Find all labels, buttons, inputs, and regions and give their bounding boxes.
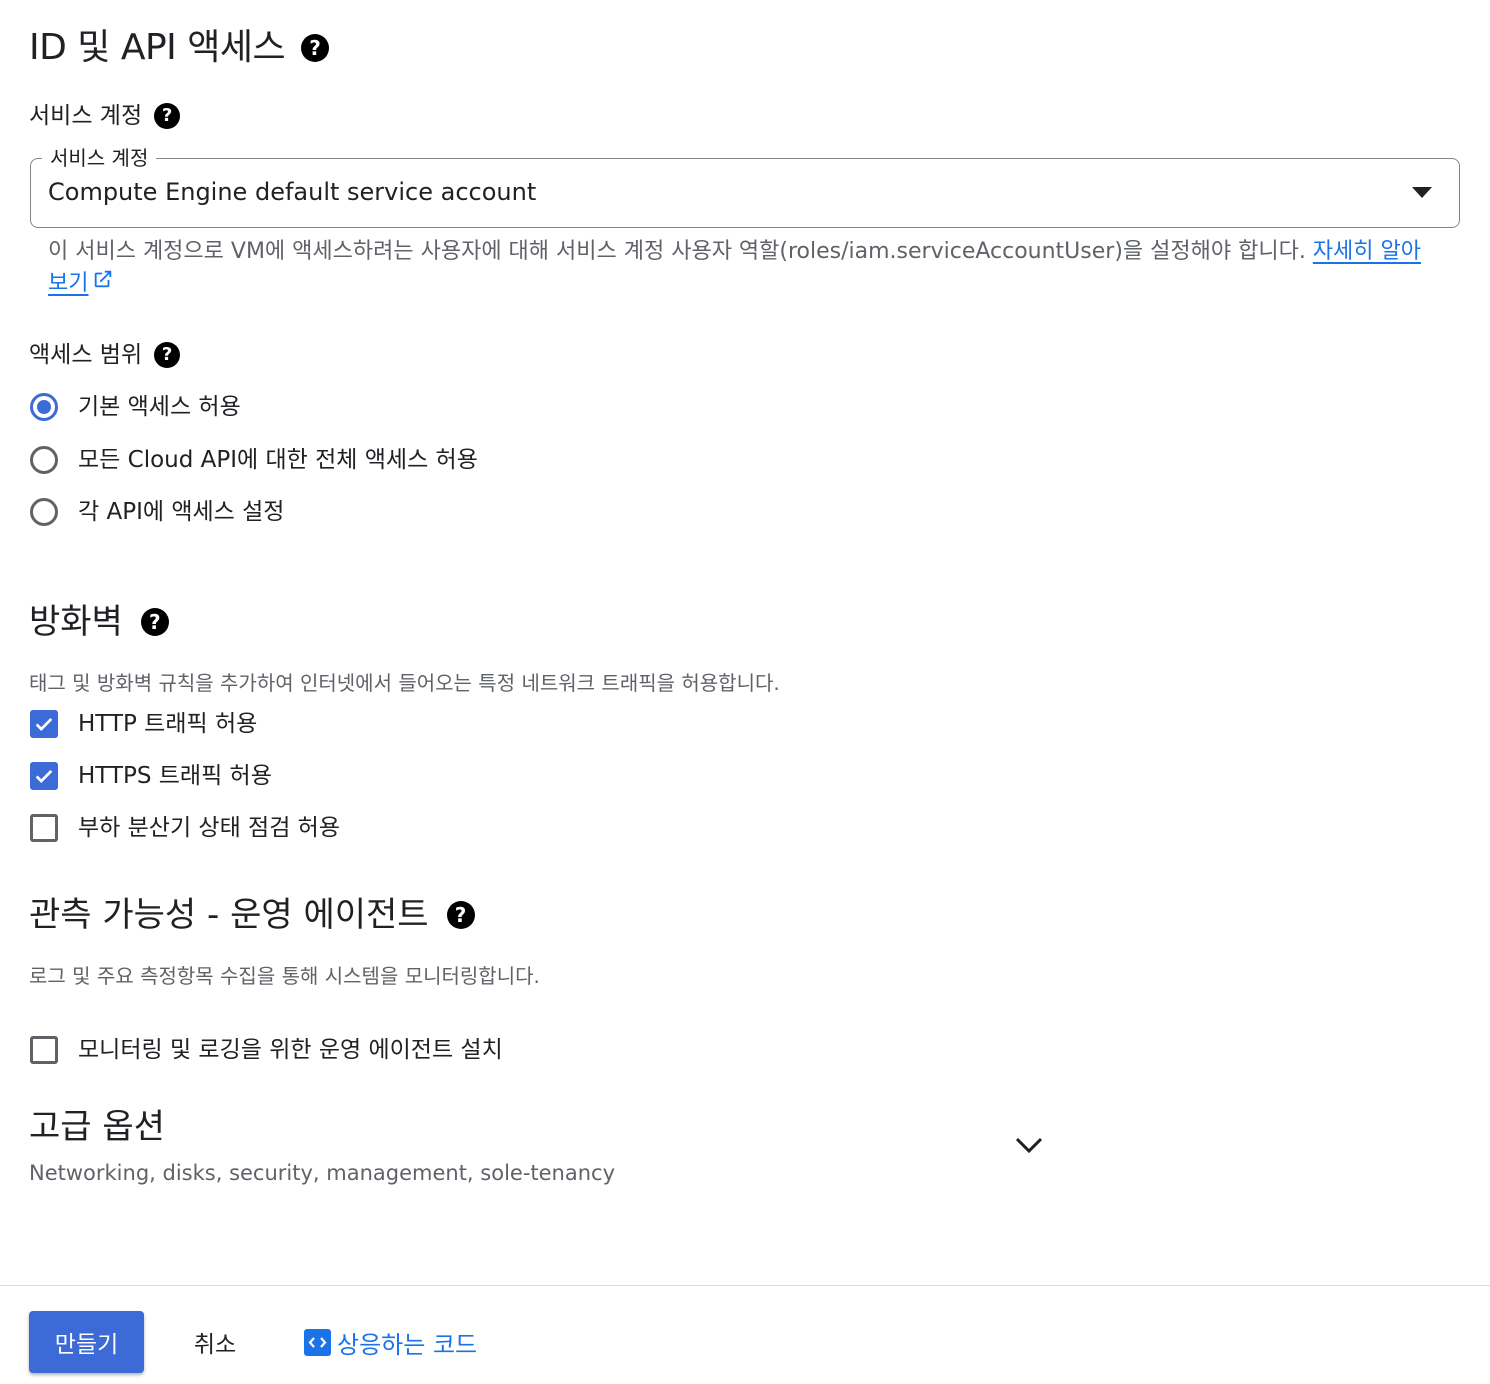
observability-description: 로그 및 주요 측정항목 수집을 통해 시스템을 모니터링합니다. (29, 964, 540, 988)
radio-label: 기본 액세스 허용 (78, 394, 241, 420)
checkbox-label: 부하 분산기 상태 점검 허용 (78, 815, 341, 841)
checkbox-label: 모니터링 및 로깅을 위한 운영 에이전트 설치 (78, 1037, 503, 1063)
checkbox-option-ops-agent[interactable]: 모니터링 및 로깅을 위한 운영 에이전트 설치 (30, 1035, 503, 1065)
check-icon (35, 717, 53, 731)
footer-divider (0, 1285, 1490, 1286)
access-scope-label: 액세스 범위 (29, 342, 143, 368)
firewall-title: 방화벽 (29, 602, 123, 642)
service-account-hint-text: 이 서비스 계정으로 VM에 액세스하려는 사용자에 대해 서비스 계정 사용자… (48, 239, 1313, 264)
equivalent-code-button[interactable]: 상응하는 코드 (304, 1322, 477, 1362)
service-account-field-legend: 서비스 계정 (42, 142, 157, 171)
checkbox[interactable] (30, 814, 58, 842)
access-scope-heading: 액세스 범위 ? (29, 340, 181, 370)
firewall-description: 태그 및 방화벽 규칙을 추가하여 인터넷에서 들어오는 특정 네트워크 트래픽… (29, 671, 780, 695)
radio-label: 모든 Cloud API에 대한 전체 액세스 허용 (78, 447, 478, 473)
service-account-heading: 서비스 계정 ? (29, 101, 181, 131)
cancel-button[interactable]: 취소 (166, 1311, 264, 1373)
create-button[interactable]: 만들기 (29, 1311, 144, 1373)
firewall-section-header: 방화벽 ? (29, 600, 169, 644)
service-account-value[interactable]: Compute Engine default service account (48, 178, 536, 206)
advanced-options-title[interactable]: 고급 옵션 (29, 1105, 165, 1149)
observability-section-header: 관측 가능성 - 운영 에이전트 ? (29, 893, 475, 937)
check-icon (35, 769, 53, 783)
radio-button[interactable] (30, 498, 58, 526)
equivalent-code-label: 상응하는 코드 (337, 1330, 478, 1359)
help-icon[interactable]: ? (154, 342, 181, 368)
advanced-options-subtitle: Networking, disks, security, management,… (29, 1161, 616, 1185)
radio-label: 각 API에 액세스 설정 (78, 499, 285, 525)
dropdown-caret-icon[interactable] (1412, 187, 1432, 198)
radio-option-default-access[interactable]: 기본 액세스 허용 (30, 392, 241, 422)
radio-option-per-api[interactable]: 각 API에 액세스 설정 (30, 497, 284, 527)
code-icon (304, 1328, 331, 1356)
service-account-hint: 이 서비스 계정으로 VM에 액세스하려는 사용자에 대해 서비스 계정 사용자… (48, 236, 1428, 300)
radio-button-selected[interactable] (30, 393, 58, 421)
help-icon[interactable]: ? (301, 34, 330, 62)
radio-button[interactable] (30, 446, 58, 474)
identity-section-header: ID 및 API 액세스 ? (29, 26, 330, 70)
checkbox-option-http[interactable]: HTTP 트래픽 허용 (30, 709, 257, 739)
checkbox-option-lb-health-check[interactable]: 부하 분산기 상태 점검 허용 (30, 813, 340, 843)
observability-title: 관측 가능성 - 운영 에이전트 (29, 895, 429, 935)
external-link-icon[interactable] (92, 268, 114, 300)
checkbox-checked[interactable] (30, 710, 58, 738)
help-icon[interactable]: ? (154, 103, 181, 129)
help-icon[interactable]: ? (140, 608, 169, 636)
identity-title: ID 및 API 액세스 (29, 27, 286, 68)
help-icon[interactable]: ? (446, 901, 475, 929)
chevron-down-icon[interactable] (1012, 1130, 1046, 1164)
checkbox-option-https[interactable]: HTTPS 트래픽 허용 (30, 761, 272, 791)
checkbox-checked[interactable] (30, 762, 58, 790)
checkbox-label: HTTP 트래픽 허용 (78, 711, 258, 737)
radio-option-full-access[interactable]: 모든 Cloud API에 대한 전체 액세스 허용 (30, 445, 478, 475)
checkbox-label: HTTPS 트래픽 허용 (78, 763, 272, 789)
service-account-label: 서비스 계정 (29, 103, 143, 129)
checkbox[interactable] (30, 1036, 58, 1064)
